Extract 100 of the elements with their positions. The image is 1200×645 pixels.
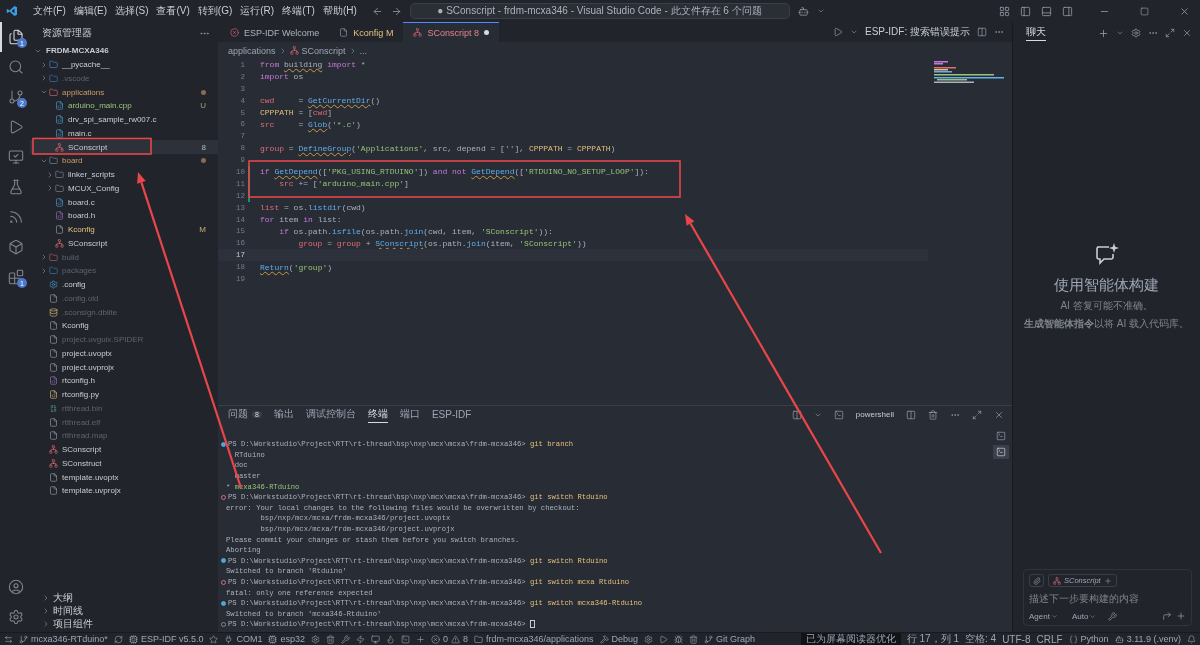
status-item[interactable]: [385, 633, 395, 645]
status-item[interactable]: [674, 633, 684, 645]
maximize-icon[interactable]: [1140, 6, 1149, 16]
caret-icon[interactable]: [1116, 29, 1124, 37]
tree-item[interactable]: board.c: [30, 195, 218, 209]
tree-item[interactable]: linker_scripts: [30, 167, 218, 182]
forward-arrow-icon[interactable]: [390, 5, 402, 17]
menu-item[interactable]: 终端(T): [279, 4, 318, 18]
status-item[interactable]: frdm-mcxa346/applications: [474, 633, 594, 645]
status-item[interactable]: [370, 633, 380, 645]
status-item[interactable]: [400, 633, 410, 645]
tree-item[interactable]: drv_spi_sample_rw007.c: [30, 112, 218, 127]
status-item[interactable]: ESP-IDF v5.5.0: [128, 633, 204, 645]
status-item[interactable]: mcxa346-RTduino*: [19, 633, 108, 645]
status-item[interactable]: 行 17，列 1: [906, 633, 959, 645]
robot-icon[interactable]: [797, 5, 809, 17]
search-hint-button[interactable]: ESP-IDF: 搜索错误提示: [865, 25, 970, 39]
maximize-icon[interactable]: [1165, 28, 1175, 38]
tree-item[interactable]: FRDM-MCXA346: [30, 44, 218, 58]
tree-item[interactable]: MCUX_Config: [30, 181, 218, 196]
tree-item[interactable]: SConscript: [30, 442, 218, 457]
mode-picker[interactable]: Agent: [1029, 611, 1058, 621]
menu-item[interactable]: 运行(R): [237, 4, 278, 18]
tree-item[interactable]: board: [30, 154, 218, 168]
close-icon[interactable]: [1179, 5, 1190, 17]
section-header[interactable]: 项目组件: [30, 617, 218, 630]
menu-item[interactable]: 选择(S): [112, 4, 152, 18]
section-header[interactable]: 时间线: [30, 604, 218, 617]
status-item[interactable]: COM1: [224, 633, 263, 645]
send-arrow-icon[interactable]: [1162, 611, 1172, 621]
breadcrumb-item[interactable]: applications: [228, 45, 276, 56]
tree-item[interactable]: board.h: [30, 209, 218, 223]
tree-item[interactable]: project.uvprojx: [30, 360, 218, 374]
status-item[interactable]: [355, 633, 365, 645]
maximize-icon[interactable]: [972, 409, 982, 420]
status-item[interactable]: [689, 633, 699, 645]
panel-left-icon[interactable]: [1020, 5, 1031, 17]
editor-tab[interactable]: Kconfig M: [329, 22, 404, 42]
status-item[interactable]: [415, 633, 425, 645]
status-item[interactable]: esp32: [268, 633, 305, 645]
status-item[interactable]: [113, 633, 123, 645]
status-item[interactable]: [4, 633, 13, 645]
status-item[interactable]: [310, 633, 320, 645]
status-item[interactable]: [1187, 633, 1196, 645]
layout-icon[interactable]: [999, 5, 1010, 17]
tools-icon[interactable]: [1108, 611, 1118, 621]
model-picker[interactable]: Auto: [1071, 611, 1097, 621]
panel-tab[interactable]: 调试控制台: [305, 406, 356, 423]
menu-item[interactable]: 文件(F): [30, 4, 69, 18]
close-icon[interactable]: [1182, 28, 1192, 38]
tree-item[interactable]: rtconfig.py: [30, 387, 218, 402]
split-editor-icon[interactable]: [977, 27, 987, 37]
tree-item[interactable]: project.uvoptx: [30, 346, 218, 361]
close-icon[interactable]: [994, 409, 1004, 420]
tree-item[interactable]: __pycache__: [30, 57, 218, 72]
status-item[interactable]: [659, 633, 669, 645]
status-item[interactable]: [644, 633, 654, 645]
status-item[interactable]: 3.11.9 (.venv): [1114, 633, 1181, 645]
panel-tab[interactable]: 端口: [399, 406, 420, 423]
status-item[interactable]: Git Graph: [704, 633, 756, 645]
breadcrumb-item[interactable]: ...: [359, 45, 368, 56]
tree-item[interactable]: arduino_main.cpp U: [30, 99, 218, 113]
tree-item[interactable]: .config: [30, 277, 218, 292]
command-center[interactable]: ● SConscript - frdm-mcxa346 - Visual Studio Code - 此文件存在 6 个问题: [409, 3, 790, 19]
terminal-session[interactable]: [993, 445, 1009, 459]
panel-tab[interactable]: 输出: [273, 406, 294, 423]
editor-tab[interactable]: SConscript 8: [403, 22, 499, 42]
status-item[interactable]: Python: [1068, 633, 1109, 645]
status-item[interactable]: [325, 633, 335, 645]
status-item[interactable]: [340, 633, 350, 645]
section-header[interactable]: 大纲: [30, 591, 218, 604]
plus-icon[interactable]: [1176, 611, 1186, 621]
caret-icon[interactable]: [816, 7, 825, 15]
panel-tab[interactable]: 终端: [367, 406, 388, 423]
editor-tab[interactable]: ESP-IDF Welcome: [220, 22, 330, 42]
status-item[interactable]: Debug: [599, 633, 639, 645]
split-icon[interactable]: [906, 409, 916, 420]
split-terminal-icon[interactable]: [791, 409, 802, 420]
tree-item[interactable]: SConscript: [30, 236, 218, 251]
tree-item[interactable]: Kconfig: [30, 319, 218, 333]
panel-tab[interactable]: ESP-IDF: [431, 406, 472, 423]
tree-item[interactable]: Kconfig M: [30, 222, 218, 237]
trash-icon[interactable]: [928, 409, 938, 420]
caret-icon[interactable]: [850, 28, 858, 36]
menu-item[interactable]: 转到(G): [194, 4, 236, 18]
status-item[interactable]: [209, 633, 219, 645]
panel-bottom-icon[interactable]: [1041, 5, 1052, 17]
status-item[interactable]: UTF-8: [1002, 633, 1031, 645]
menu-item[interactable]: 编辑(E): [70, 4, 111, 18]
chat-tab[interactable]: 聊天: [1026, 25, 1046, 41]
attach-button[interactable]: [1029, 574, 1044, 587]
status-item[interactable]: 已为屏幕阅读器优化: [800, 633, 901, 645]
tree-item[interactable]: template.uvoptx: [30, 470, 218, 484]
menu-item[interactable]: 帮助(H): [319, 4, 360, 18]
plus-icon[interactable]: [1098, 27, 1109, 39]
breadcrumb-item[interactable]: SConscript: [301, 45, 346, 56]
tree-item[interactable]: SConstruct: [30, 456, 218, 471]
menu-item[interactable]: 查看(V): [153, 4, 193, 18]
play-icon[interactable]: [833, 27, 843, 37]
back-arrow-icon[interactable]: [371, 5, 383, 17]
